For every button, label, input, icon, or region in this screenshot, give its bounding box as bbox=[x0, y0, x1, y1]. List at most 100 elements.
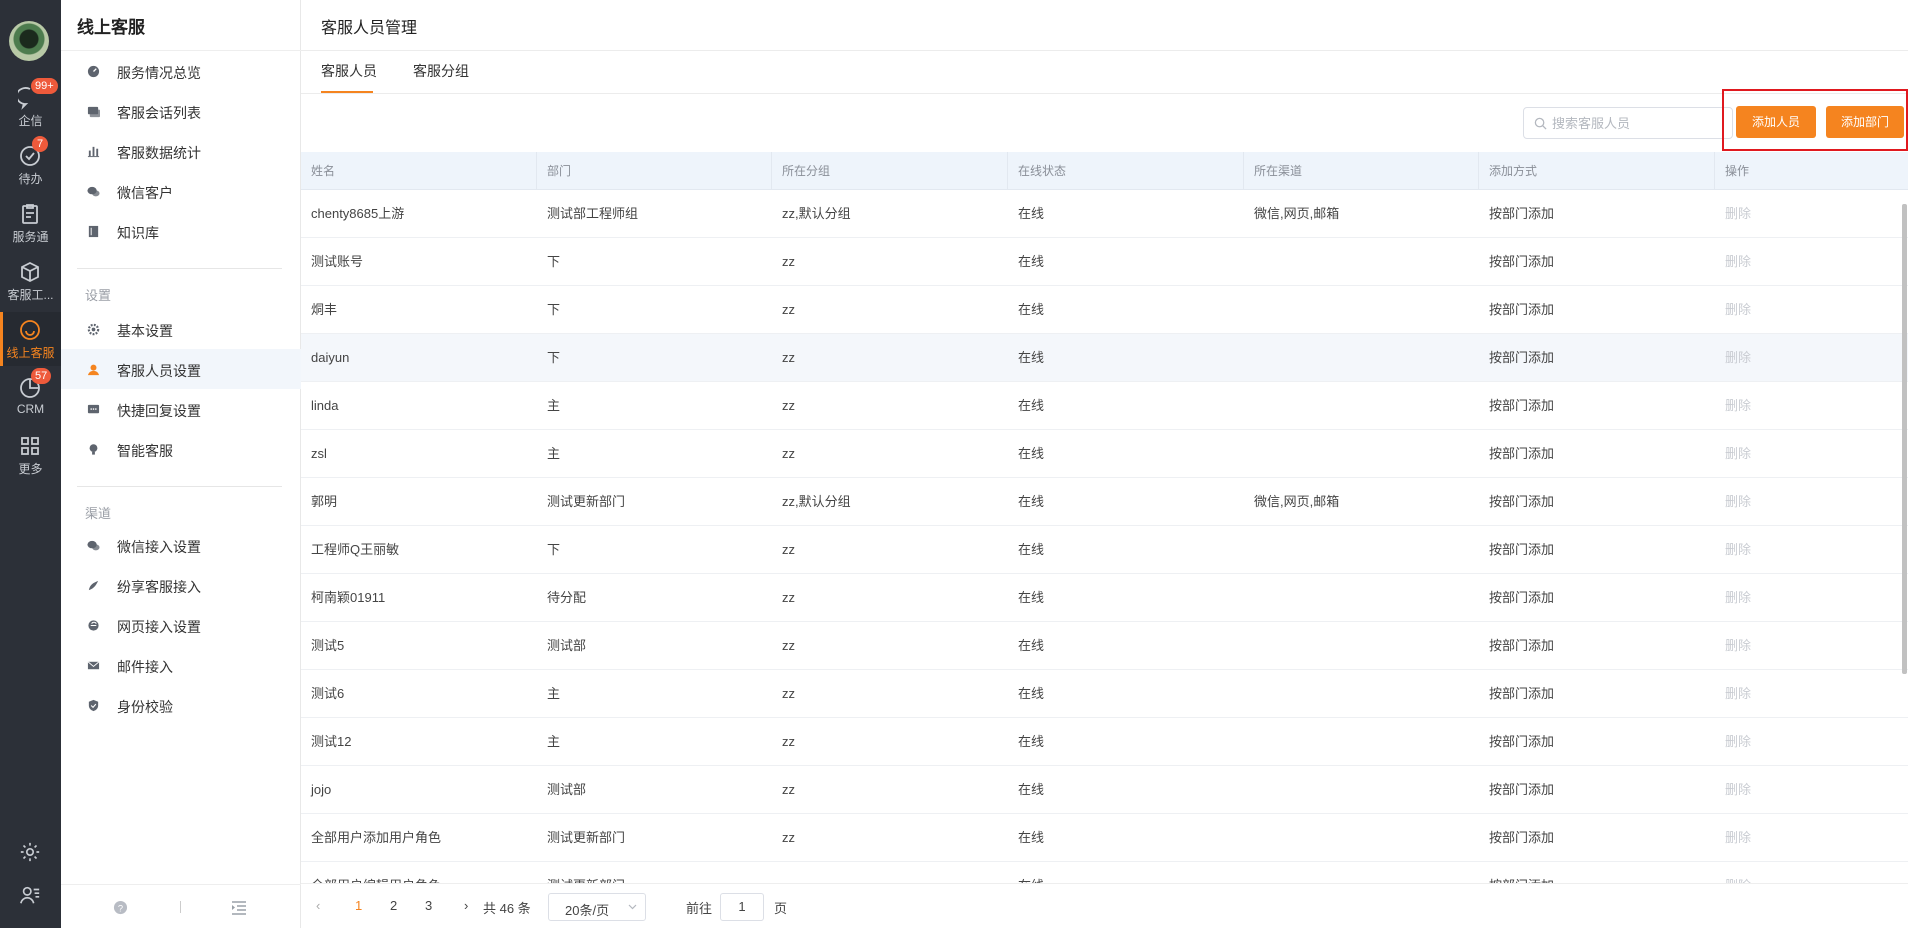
page-button-2[interactable]: 2 bbox=[390, 898, 397, 913]
sidebar-item-basic-settings[interactable]: 基本设置 bbox=[61, 309, 301, 349]
sidebar-item-quick-reply[interactable]: 快捷回复设置 bbox=[61, 389, 301, 429]
table-row[interactable]: 烔丰 下 zz 在线 按部门添加 删除 bbox=[301, 286, 1908, 334]
rail-item-crm[interactable]: 57 CRM bbox=[0, 368, 61, 424]
delete-link[interactable]: 删除 bbox=[1715, 718, 1751, 766]
search-input[interactable] bbox=[1552, 113, 1722, 133]
table-row[interactable]: zsl 主 zz 在线 按部门添加 删除 bbox=[301, 430, 1908, 478]
delete-link[interactable]: 删除 bbox=[1715, 574, 1751, 622]
sidebar-item-sessions[interactable]: 客服会话列表 bbox=[61, 91, 301, 131]
user-list-icon[interactable] bbox=[19, 884, 41, 906]
page-size-select[interactable]: 20条/页 bbox=[548, 893, 646, 921]
cell-group: zz bbox=[782, 686, 795, 701]
table-row[interactable]: 全部用户添加用户角色 测试更新部门 zz 在线 按部门添加 删除 bbox=[301, 814, 1908, 862]
sidebar-item-wechat-access[interactable]: 微信接入设置 bbox=[61, 525, 301, 565]
delete-link[interactable]: 删除 bbox=[1715, 190, 1751, 238]
cell-name: jojo bbox=[311, 782, 332, 797]
table-row[interactable]: chenty8685上游 测试部工程师组 zz,默认分组 在线 微信,网页,邮箱 按部门添… bbox=[301, 190, 1908, 238]
delete-link[interactable]: 删除 bbox=[1715, 238, 1751, 286]
cell-department: 主 bbox=[547, 734, 561, 749]
collapse-menu-icon[interactable] bbox=[231, 900, 247, 915]
table-row[interactable]: 测试6 主 zz 在线 按部门添加 删除 bbox=[301, 670, 1908, 718]
page-button-3[interactable]: 3 bbox=[425, 898, 432, 913]
sidebar-item-wechat-customers[interactable]: 微信客户 bbox=[61, 171, 301, 211]
page-unit-label: 页 bbox=[774, 901, 788, 916]
page-button-1[interactable]: 1 bbox=[355, 898, 362, 913]
rail-item-online-service[interactable]: 线上客服 bbox=[0, 312, 61, 366]
table-scrollbar[interactable] bbox=[1902, 190, 1908, 883]
app-rail: 99+ 企信 7 待办 服务通 客服工... 线上客服 57 CRM 更多 bbox=[0, 0, 61, 928]
tab-agent-groups[interactable]: 客服分组 bbox=[413, 61, 469, 81]
next-page-icon[interactable]: › bbox=[464, 898, 468, 913]
delete-link[interactable]: 删除 bbox=[1715, 478, 1751, 526]
delete-link[interactable]: 删除 bbox=[1715, 622, 1751, 670]
smile-icon bbox=[20, 320, 40, 340]
cell-department: 待分配 bbox=[547, 590, 587, 605]
sidebar-item-identity-check[interactable]: 身份校验 bbox=[61, 685, 301, 725]
wechat-icon bbox=[87, 540, 100, 551]
delete-link[interactable]: 删除 bbox=[1715, 670, 1751, 718]
sidebar-item-fxiaoke-access[interactable]: 纷享客服接入 bbox=[61, 565, 301, 605]
cell-add-method: 按部门添加 bbox=[1489, 686, 1555, 701]
rail-item-service[interactable]: 服务通 bbox=[0, 196, 61, 250]
user-avatar[interactable] bbox=[9, 21, 49, 61]
prev-page-icon[interactable]: ‹ bbox=[316, 898, 320, 913]
delete-link[interactable]: 删除 bbox=[1715, 286, 1751, 334]
sidebar-item-smart-service[interactable]: 智能客服 bbox=[61, 429, 301, 469]
search-box[interactable] bbox=[1523, 107, 1733, 139]
delete-link[interactable]: 删除 bbox=[1715, 334, 1751, 382]
delete-link[interactable]: 删除 bbox=[1715, 430, 1751, 478]
table-row[interactable]: 全部用户编辑用户角色 测试更新部门 zz 在线 按部门添加 删除 bbox=[301, 862, 1908, 883]
rail-item-todo[interactable]: 7 待办 bbox=[0, 136, 61, 192]
table-header: 姓名 部门 所在分组 在线状态 所在渠道 添加方式 操作 bbox=[301, 152, 1908, 190]
table-row[interactable]: 测试12 主 zz 在线 按部门添加 删除 bbox=[301, 718, 1908, 766]
cell-channel bbox=[1244, 718, 1254, 766]
divider bbox=[301, 50, 1908, 51]
rail-item-workbench[interactable]: 客服工... bbox=[0, 254, 61, 308]
rail-label-crm: CRM bbox=[16, 402, 45, 416]
gear-icon[interactable] bbox=[19, 841, 41, 863]
rail-item-more[interactable]: 更多 bbox=[0, 428, 61, 482]
cell-department: 下 bbox=[547, 254, 561, 269]
cell-name: 测试12 bbox=[311, 734, 352, 749]
sidebar-item-agent-settings[interactable]: 客服人员设置 bbox=[61, 349, 301, 389]
table-row[interactable]: jojo 测试部 zz 在线 按部门添加 删除 bbox=[301, 766, 1908, 814]
table-row[interactable]: 测试账号 下 zz 在线 按部门添加 删除 bbox=[301, 238, 1908, 286]
sidebar-item-web-access[interactable]: 网页接入设置 bbox=[61, 605, 301, 645]
delete-link[interactable]: 删除 bbox=[1715, 814, 1751, 862]
cell-department: 测试部工程师组 bbox=[547, 206, 639, 221]
rail-item-qixin[interactable]: 99+ 企信 bbox=[0, 78, 61, 134]
tab-agents[interactable]: 客服人员 bbox=[321, 61, 377, 81]
delete-link[interactable]: 删除 bbox=[1715, 382, 1751, 430]
table-row[interactable]: daiyun 下 zz 在线 按部门添加 删除 bbox=[301, 334, 1908, 382]
table-row[interactable]: linda 主 zz 在线 按部门添加 删除 bbox=[301, 382, 1908, 430]
scrollbar-thumb[interactable] bbox=[1902, 204, 1907, 674]
cell-online-status: 在线 bbox=[1018, 494, 1045, 509]
table-row[interactable]: 郭明 测试更新部门 zz,默认分组 在线 微信,网页,邮箱 按部门添加 删除 bbox=[301, 478, 1908, 526]
delete-link[interactable]: 删除 bbox=[1715, 862, 1751, 883]
table-row[interactable]: 工程师Q王丽敏 下 zz 在线 按部门添加 删除 bbox=[301, 526, 1908, 574]
table-row[interactable]: 柯南颖01911 待分配 zz 在线 按部门添加 删除 bbox=[301, 574, 1908, 622]
page-title: 客服人员管理 bbox=[321, 20, 418, 37]
divider bbox=[180, 901, 181, 913]
sidebar-item-label: 智能客服 bbox=[117, 443, 173, 459]
cell-online-status: 在线 bbox=[1018, 638, 1045, 653]
cell-department: 下 bbox=[547, 542, 561, 557]
column-header-name: 姓名 bbox=[301, 152, 537, 190]
sub-sidebar: 线上客服 服务情况总览 客服会话列表 客服数据统计 微信客户 知识库 设置 基本… bbox=[61, 0, 301, 928]
sidebar-item-knowledge-base[interactable]: 知识库 bbox=[61, 211, 301, 251]
delete-link[interactable]: 删除 bbox=[1715, 526, 1751, 574]
goto-page-input[interactable]: 1 bbox=[720, 893, 764, 921]
sidebar-item-email-access[interactable]: 邮件接入 bbox=[61, 645, 301, 685]
sidebar-item-statistics[interactable]: 客服数据统计 bbox=[61, 131, 301, 171]
grid-icon bbox=[21, 437, 39, 455]
cell-add-method: 按部门添加 bbox=[1489, 398, 1555, 413]
sidebar-item-label: 网页接入设置 bbox=[117, 619, 201, 635]
help-icon[interactable]: ? bbox=[113, 900, 128, 915]
table-row[interactable]: 测试5 测试部 zz 在线 按部门添加 删除 bbox=[301, 622, 1908, 670]
sidebar-item-overview[interactable]: 服务情况总览 bbox=[61, 51, 301, 91]
add-member-button[interactable]: 添加人员 bbox=[1736, 106, 1816, 138]
cell-add-method: 按部门添加 bbox=[1489, 782, 1555, 797]
cell-group: zz bbox=[782, 782, 795, 797]
add-department-button[interactable]: 添加部门 bbox=[1826, 106, 1904, 138]
delete-link[interactable]: 删除 bbox=[1715, 766, 1751, 814]
